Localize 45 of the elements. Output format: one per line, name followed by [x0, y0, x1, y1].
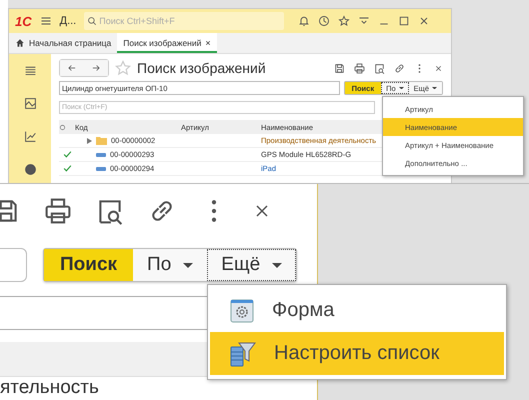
link-icon[interactable]: [394, 62, 405, 74]
maximize-icon[interactable]: [398, 15, 410, 27]
history-icon[interactable]: [318, 15, 330, 27]
caret-icon: [432, 86, 437, 90]
favorite-star-icon[interactable]: [115, 60, 131, 76]
expand-icon[interactable]: [87, 138, 92, 144]
forward-button[interactable]: [84, 60, 108, 76]
pie-chart-icon[interactable]: [24, 163, 36, 176]
marker-icon: [59, 124, 66, 130]
tab[interactable]: Начальная страница: [9, 33, 118, 53]
app-menu[interactable]: Д...: [60, 15, 76, 27]
back-button[interactable]: [60, 60, 84, 76]
star-icon[interactable]: [338, 15, 350, 27]
caret-icon: [183, 262, 194, 268]
form-settings-icon: [230, 298, 254, 322]
bell-icon[interactable]: [298, 15, 310, 27]
print-icon[interactable]: [44, 197, 72, 225]
search-icon: [87, 16, 98, 26]
tab[interactable]: Поиск изображений ×: [117, 33, 217, 53]
print-icon[interactable]: [354, 62, 365, 74]
forward-arrow-icon: [91, 63, 101, 73]
folder-icon: [96, 136, 107, 145]
more-button[interactable]: Ещё: [207, 249, 296, 281]
input-field[interactable]: [0, 248, 27, 282]
filter-list-icon: [230, 340, 256, 366]
close-icon[interactable]: [418, 15, 430, 27]
app-logo[interactable]: 1С: [15, 14, 32, 28]
chart-icon[interactable]: [24, 130, 36, 143]
caret-icon: [272, 262, 282, 268]
global-search-field[interactable]: Поиск Ctrl+Shift+F: [84, 12, 284, 30]
caret-icon: [398, 86, 404, 90]
menu-icon[interactable]: [24, 64, 36, 77]
image-icon[interactable]: [24, 97, 36, 110]
home-icon: [15, 38, 25, 48]
preview-icon[interactable]: [374, 62, 385, 74]
by-button[interactable]: По: [133, 249, 208, 281]
search-button[interactable]: Поиск: [44, 249, 134, 281]
menu-item[interactable]: Форма: [210, 289, 504, 332]
table-cell: ятельность: [0, 377, 99, 399]
close-icon[interactable]: [434, 64, 443, 72]
menu-icon[interactable]: [40, 15, 52, 27]
form-title: Поиск изображений: [137, 60, 266, 76]
save-icon[interactable]: [334, 62, 345, 74]
back-arrow-icon: [67, 63, 77, 73]
menu-item[interactable]: Настроить список: [210, 332, 504, 375]
